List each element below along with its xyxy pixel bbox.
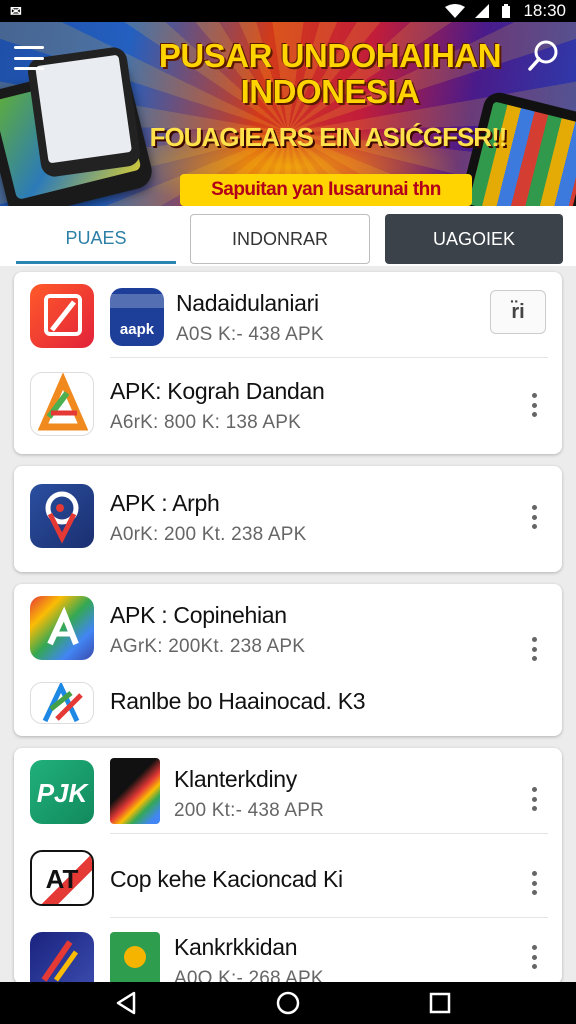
app-card: PJK Klanterkdiny 200 Kt:- 438 APR AT Cop… [14, 748, 562, 984]
app-list-item[interactable]: AT Cop kehe Kacioncad Ki [14, 838, 562, 918]
app-icon [30, 596, 94, 660]
banner-tagline: Sapuitan yan Iusarunai thn maichl! [180, 174, 472, 206]
back-icon[interactable] [112, 989, 140, 1017]
recents-icon[interactable] [426, 989, 454, 1017]
more-options-icon[interactable] [524, 784, 544, 814]
signal-icon [475, 4, 490, 18]
app-icon-secondary [110, 932, 160, 982]
app-icon: AT [30, 850, 94, 906]
more-options-icon[interactable] [524, 634, 544, 664]
row-divider [110, 917, 548, 918]
search-icon[interactable] [526, 38, 562, 74]
app-title: Cop kehe Kacioncad Ki [110, 866, 343, 892]
app-icon [30, 484, 94, 548]
more-options-icon[interactable] [524, 502, 544, 532]
app-icon-secondary [110, 758, 160, 824]
hamburger-menu-icon[interactable] [14, 46, 44, 70]
app-meta: A0rK: 200 Kt. 238 APK [110, 524, 307, 545]
app-meta: AGrK: 200Kt. 238 APK [110, 636, 306, 657]
more-options-icon[interactable] [524, 390, 544, 420]
app-icon [30, 682, 94, 724]
app-list-item[interactable]: APK : Copinehian AGrK: 200Kt. 238 APK [14, 590, 562, 670]
app-meta: 200 Kt:- 438 APR [174, 800, 325, 821]
install-button[interactable]: r̈i [490, 290, 546, 334]
app-title: APK : Copinehian [110, 602, 287, 628]
app-icon-secondary: aapk [110, 288, 164, 346]
home-icon[interactable] [274, 989, 302, 1017]
status-time: 18:30 [523, 1, 566, 20]
app-list-item[interactable]: PJK Klanterkdiny 200 Kt:- 438 APR [14, 754, 562, 834]
row-divider [110, 833, 548, 834]
app-meta: A0O K:- 268 APK [174, 968, 324, 982]
system-nav-bar [0, 982, 576, 1024]
banner-title: PUSAR UNDOHAIHAN INDONESIA [158, 37, 502, 110]
app-title: APK: Kograh Dandan [110, 378, 325, 404]
battery-icon [502, 4, 511, 18]
app-list-item[interactable]: Ranlbe bo Haainocad. K3 [14, 678, 562, 728]
app-icon-label: aapk [119, 321, 155, 338]
tab-indonrar[interactable]: INDONRAR [190, 214, 370, 264]
app-card: aapk Nadaidulaniari A0S K:- 438 APK r̈i … [14, 272, 562, 454]
tab-puaes[interactable]: PUAES [16, 216, 176, 264]
status-bar: ✉ 18:30 [0, 0, 576, 22]
app-meta: A0S K:- 438 APK [176, 324, 324, 345]
app-list-item[interactable]: aapk Nadaidulaniari A0S K:- 438 APK r̈i [14, 278, 562, 358]
more-options-icon[interactable] [524, 942, 544, 972]
row-divider [110, 357, 548, 358]
app-list-item[interactable]: APK : Arph A0rK: 200 Kt. 238 APK [14, 478, 562, 558]
tab-uagoiek[interactable]: UAGOIEK [385, 214, 563, 264]
app-icon [30, 372, 94, 436]
app-icon-label: AT [45, 864, 79, 894]
app-title: Klanterkdiny [174, 766, 297, 792]
app-icon-label: PJK [36, 778, 88, 808]
app-icon: PJK [30, 760, 94, 824]
banner-subtitle: FOUAGIEARS EIN ASIĆGFSR!! [149, 122, 508, 152]
app-title: Ranlbe bo Haainocad. K3 [110, 688, 366, 714]
app-title: APK : Arph [110, 490, 220, 516]
app-icon [30, 284, 94, 348]
promo-banner[interactable]: PUSAR UNDOHAIHAN INDONESIA FOUAGIEARS EI… [0, 22, 576, 206]
app-list-item[interactable]: APK: Kograh Dandan A6rK: 800 K: 138 APK [14, 366, 562, 446]
app-icon [30, 932, 94, 982]
notification-icon: ✉ [10, 2, 22, 19]
app-meta: A6rK: 800 K: 138 APK [110, 412, 301, 433]
app-card: APK : Arph A0rK: 200 Kt. 238 APK [14, 466, 562, 572]
app-card: APK : Copinehian AGrK: 200Kt. 238 APK Ra… [14, 584, 562, 736]
wifi-icon [445, 4, 466, 18]
app-list-item[interactable]: Kankrkkidan A0O K:- 268 APK [14, 922, 562, 982]
tab-bar: PUAES INDONRAR UAGOIEK [0, 206, 576, 266]
app-title: Nadaidulaniari [176, 290, 319, 316]
app-title: Kankrkkidan [174, 934, 298, 960]
more-options-icon[interactable] [524, 868, 544, 898]
